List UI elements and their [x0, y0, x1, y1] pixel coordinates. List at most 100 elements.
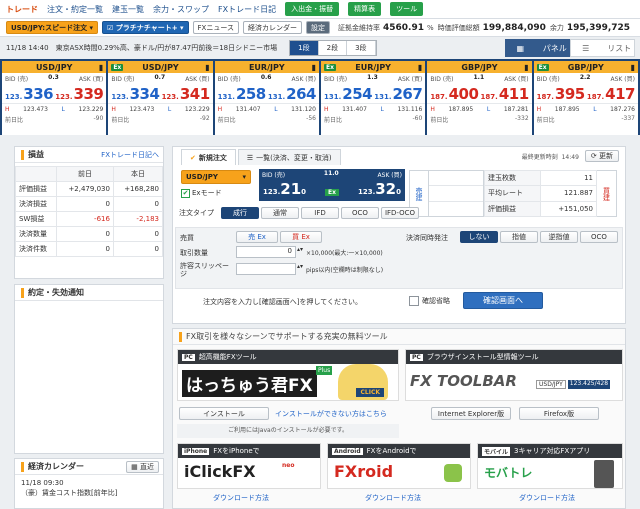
bid-price[interactable]: 131. 254: [324, 85, 373, 103]
type-ifdoco[interactable]: IFD-OCO: [381, 207, 419, 219]
skip-confirm[interactable]: 確認省略: [409, 296, 450, 306]
checkbox-icon[interactable]: ✔: [181, 188, 190, 198]
mobile-download-link[interactable]: ダウンロード方法: [519, 493, 575, 503]
nav-orders[interactable]: 注文・約定一覧: [47, 4, 103, 15]
order-ask-price[interactable]: 123.320: [358, 180, 401, 198]
simul-limit[interactable]: 指値: [500, 231, 538, 243]
confirm-button[interactable]: 確認画面へ: [463, 292, 543, 309]
order-bid-price[interactable]: 123.210: [263, 180, 306, 198]
buy-ex-button[interactable]: 買 Ex: [280, 231, 322, 243]
tab-order-list[interactable]: ☰ 一覧(決済、変更・取消): [237, 149, 341, 165]
bid-price[interactable]: 123. 334: [111, 85, 160, 103]
android-download-link[interactable]: ダウンロード方法: [365, 493, 421, 503]
ask-price[interactable]: 187. 417: [587, 85, 636, 103]
install-button[interactable]: インストール: [179, 407, 269, 420]
nav-positions[interactable]: 建玉一覧: [112, 4, 144, 15]
order-panel: ✔ 新規注文 ☰ 一覧(決済、変更・取消) 最終更新時刻 14:49 ⟳ 更新 US…: [172, 146, 626, 324]
deposit-button[interactable]: 入出金・振替: [285, 2, 340, 16]
rate-card[interactable]: Ex GBP/JPY ▮ BID (売) 2.2 ASK (買) 187. 395 187…: [533, 61, 638, 135]
pl-corner: [14, 166, 58, 182]
econ-latest-button[interactable]: ▦ 直近: [126, 460, 159, 473]
bid-price[interactable]: 187. 395: [537, 85, 586, 103]
simul-oco[interactable]: OCO: [580, 231, 618, 243]
ticker-bar: 11/18 14:40 東京ASX時間0.29%高、豪ドル/円が87.47円前後…: [0, 37, 640, 59]
bid-price[interactable]: 187. 400: [430, 85, 479, 103]
firefox-download-button[interactable]: Firefox版: [519, 407, 599, 420]
panel-view-button[interactable]: ▦ パネル: [505, 39, 570, 57]
iphone-banner[interactable]: iPhone FXをiPhoneで iClickFX neo: [177, 443, 321, 489]
qty-input[interactable]: 0: [236, 246, 296, 258]
tools-button[interactable]: ツール: [390, 2, 424, 16]
bid-label: BID (売): [323, 76, 348, 83]
slippage-stepper[interactable]: ▴▾: [297, 263, 303, 270]
rate-card[interactable]: USD/JPY ▮ BID (売) 0.3 ASK (買) 123. 336 123. 3…: [2, 61, 107, 135]
econ-item[interactable]: （豪）賃金コスト指数[前年比]: [21, 488, 157, 498]
ask-price[interactable]: 131. 267: [374, 85, 423, 103]
bid-price[interactable]: 131. 258: [218, 85, 267, 103]
nav-swap[interactable]: 余力・スワップ: [153, 4, 209, 15]
row-today: 0: [112, 241, 164, 257]
ie-download-button[interactable]: Internet Explorer版: [431, 407, 511, 420]
sell-cell: [429, 202, 483, 216]
chart-icon[interactable]: ▮: [312, 63, 316, 72]
refresh-button[interactable]: ⟳ 更新: [584, 150, 619, 162]
ask-price[interactable]: 187. 411: [481, 85, 530, 103]
layout-2[interactable]: 2段: [319, 41, 348, 55]
type-market[interactable]: 成行: [221, 207, 259, 219]
refresh-icon: ⟳: [590, 152, 597, 160]
qty-stepper[interactable]: ▴▾: [297, 246, 303, 253]
chart-icon[interactable]: ▮: [205, 63, 209, 72]
android-banner[interactable]: Android FXをAndroidで FXroid: [327, 443, 471, 489]
rate-card[interactable]: EUR/JPY ▮ BID (売) 0.6 ASK (買) 131. 258 131. 2…: [214, 61, 319, 135]
ex-mode[interactable]: ✔ Exモード: [181, 188, 222, 198]
order-pair-select[interactable]: USD/JPY ▾: [181, 170, 251, 184]
nav-trade[interactable]: トレード: [6, 4, 38, 15]
bid-price[interactable]: 123. 336: [5, 85, 54, 103]
news-ticker[interactable]: 11/18 14:40 東京ASX時間0.29%高、豪ドル/円が87.47円前後…: [6, 43, 277, 53]
speed-order-dropdown[interactable]: USD/JPY:スピード注文 ▾: [6, 21, 99, 34]
ask-price[interactable]: 131. 264: [268, 85, 317, 103]
simul-stop[interactable]: 逆指値: [540, 231, 578, 243]
toolbar-banner[interactable]: PC ブラウザインストール型情報ツール FX TOOLBAR USD/JPY 123…: [405, 349, 623, 401]
ask-price[interactable]: 123. 339: [55, 85, 104, 103]
sell-ex-button[interactable]: 売 Ex: [236, 231, 278, 243]
slippage-input[interactable]: [236, 263, 296, 275]
nav-diary[interactable]: FXトレード日記: [218, 4, 276, 15]
notify-title: 約定・失効通知: [15, 285, 163, 301]
mobile-banner[interactable]: モバイル 3キャリア対応FXアプリ モバトレ: [477, 443, 623, 489]
bid-big: 254: [342, 85, 373, 103]
settlement-button[interactable]: 精算表: [348, 2, 382, 16]
platinum-chart-button[interactable]: ☑ プラチナチャート+ ▾: [102, 21, 189, 34]
list-view-button[interactable]: ☰ リスト: [570, 39, 635, 57]
low-value: 123.229: [78, 106, 104, 113]
bid-ask-row: BID (売) 1.1 ASK (買): [427, 73, 531, 84]
tab-new-order[interactable]: ✔ 新規注文: [181, 149, 236, 165]
type-normal[interactable]: 通常: [261, 207, 299, 219]
skip-checkbox[interactable]: [409, 296, 419, 306]
type-oco[interactable]: OCO: [341, 207, 379, 219]
diary-link[interactable]: FXトレード日記へ: [101, 150, 159, 160]
ask-price[interactable]: 123. 341: [162, 85, 211, 103]
prev-diff: 前日比 -337: [534, 115, 638, 124]
hachu-banner[interactable]: PC 超高機能FXツール はっちゅう君FX Plus CLICK: [177, 349, 399, 401]
chart-icon[interactable]: ▮: [524, 63, 528, 72]
calendar-button[interactable]: 経済カレンダー: [243, 21, 302, 34]
rate-card[interactable]: Ex USD/JPY ▮ BID (売) 0.7 ASK (買) 123. 334 123…: [108, 61, 213, 135]
simul-none[interactable]: しない: [460, 231, 498, 243]
rate-card[interactable]: GBP/JPY ▮ BID (売) 1.1 ASK (買) 187. 400 187. 4…: [427, 61, 532, 135]
iphone-download-link[interactable]: ダウンロード方法: [213, 493, 269, 503]
chart-icon[interactable]: ▮: [631, 63, 635, 72]
prev-value: -332: [515, 115, 529, 122]
side-buy[interactable]: 買建: [597, 170, 617, 217]
type-ifd[interactable]: IFD: [301, 207, 339, 219]
settings-button[interactable]: 設定: [306, 21, 330, 34]
fx-news-button[interactable]: FXニュース: [192, 21, 239, 34]
chart-icon[interactable]: ▮: [418, 63, 422, 72]
cant-install-link[interactable]: インストールができない方はこちら: [275, 409, 387, 419]
rate-card[interactable]: Ex EUR/JPY ▮ BID (売) 1.3 ASK (買) 131. 254 131…: [320, 61, 426, 135]
main-area: 損益 FXトレード日記へ 前日 本日 評価損益 +2,479,030 +168,280…: [0, 146, 640, 509]
layout-3[interactable]: 3段: [347, 41, 376, 55]
layout-1[interactable]: 1段: [290, 41, 319, 55]
chart-icon[interactable]: ▮: [99, 63, 103, 72]
order-tabs: ✔ 新規注文 ☰ 一覧(決済、変更・取消) 最終更新時刻 14:49 ⟳ 更新: [173, 147, 625, 165]
